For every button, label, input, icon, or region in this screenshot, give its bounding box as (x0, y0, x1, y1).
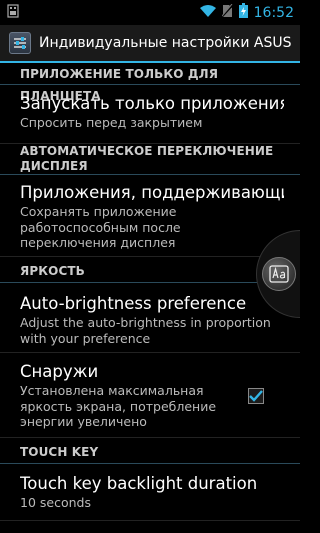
setting-outdoor-mode[interactable]: Снаружи Установлена максимальная яркость… (0, 354, 300, 438)
setting-title: Приложения, поддерживающие (20, 183, 284, 202)
action-bar: Индивидуальные настройки ASUS (0, 25, 300, 63)
setting-auto-brightness[interactable]: Auto-brightness preference Adjust the au… (0, 285, 300, 353)
checkmark-icon (249, 390, 263, 402)
setting-title: Снаружи (20, 362, 99, 381)
screen: 16:52 Индивидуальные настройки ASUS ПРИЛ… (0, 0, 300, 533)
setting-supported-apps[interactable]: Приложения, поддерживающие Сохранять при… (0, 176, 300, 257)
setting-summary: Сохранять приложение работоспособным пос… (20, 204, 181, 250)
outdoor-checkbox[interactable] (248, 388, 264, 404)
setting-title: Auto-brightness preference (20, 294, 247, 313)
status-time: 16:52 (253, 4, 294, 21)
usb-icon (6, 3, 20, 22)
setting-summary: Спросить перед закрытием (20, 115, 203, 130)
setting-touch-key-backlight[interactable]: Touch key backlight duration 10 seconds (0, 465, 300, 521)
page-title: Индивидуальные настройки ASUS (39, 35, 292, 51)
no-sim-icon (221, 3, 234, 22)
setting-summary: Установлена максимальная яркость экрана,… (20, 383, 217, 429)
setting-title: Запускать только приложения (20, 94, 284, 113)
wifi-icon (199, 3, 216, 22)
reader-font-icon[interactable] (262, 257, 296, 291)
section-header-auto-switch: АВТОМАТИЧЕСКОЕ ПЕРЕКЛЮЧЕНИЕ ДИСПЛЕЯ (0, 143, 300, 175)
section-header-touch-key: TOUCH KEY (0, 440, 300, 464)
battery-icon (238, 3, 248, 22)
settings-sliders-icon[interactable] (9, 32, 31, 54)
section-header-brightness: ЯРКОСТЬ (0, 259, 300, 283)
setting-summary: 10 seconds (20, 495, 91, 510)
setting-title: Touch key backlight duration (20, 474, 258, 493)
section-header-tablet: ПРИЛОЖЕНИЕ ТОЛЬКО ДЛЯ ПЛАНШЕТА (0, 63, 300, 103)
setting-summary: Adjust the auto-brightness in proportion… (20, 315, 271, 346)
setting-tablet-apps[interactable]: Запускать только приложения Спросить пер… (0, 86, 300, 144)
status-bar: 16:52 (0, 0, 300, 25)
